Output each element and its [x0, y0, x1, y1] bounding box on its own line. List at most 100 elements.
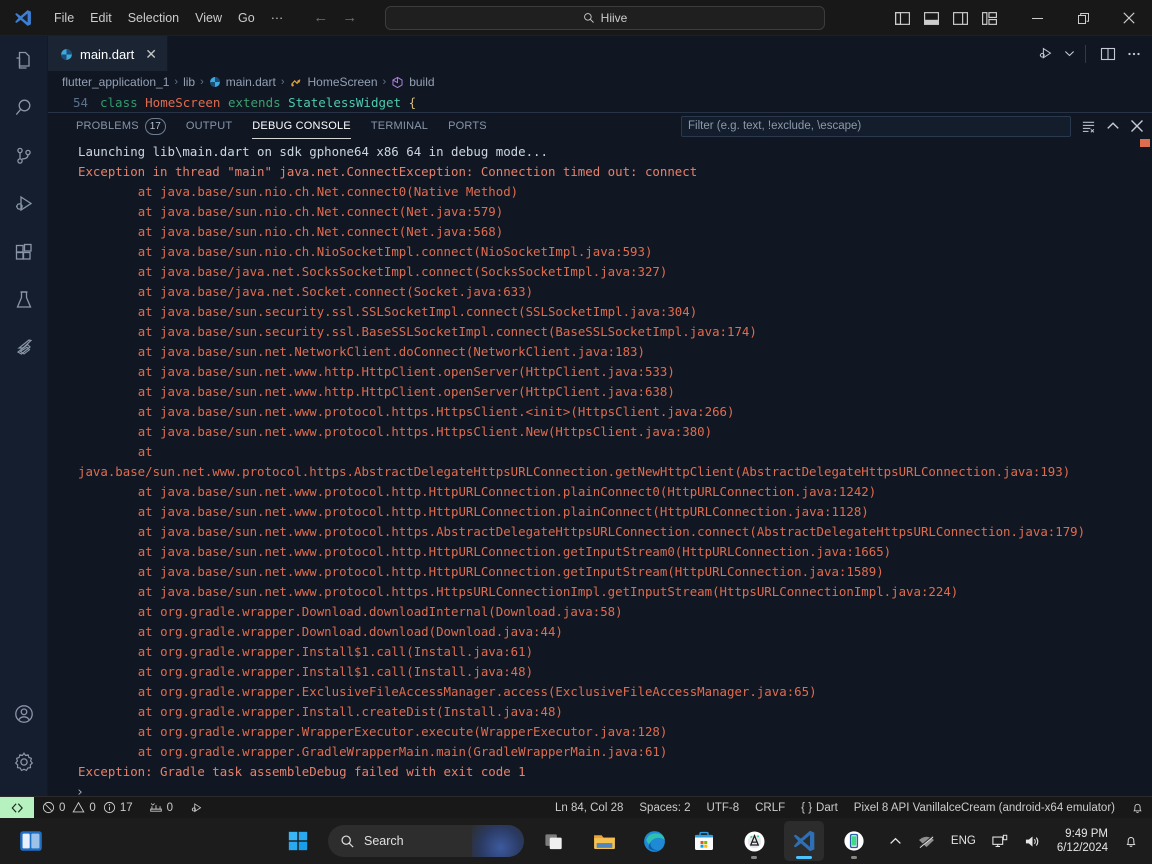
command-center-value: Hiive	[600, 11, 628, 25]
console-line: at org.gradle.wrapper.WrapperExecutor.ex…	[78, 724, 668, 739]
status-eol[interactable]: CRLF	[747, 797, 793, 819]
console-lines: Launching lib\main.dart on sdk gphone64 …	[48, 142, 1152, 782]
console-line: at java.base/java.net.Socket.connect(Soc…	[78, 284, 534, 299]
status-ports[interactable]: 0	[141, 797, 181, 819]
console-line: at java.base/sun.net.www.http.HttpClient…	[78, 384, 675, 399]
sidebar-item-source-control[interactable]	[0, 132, 48, 180]
status-problems[interactable]: 0 0 17	[34, 797, 141, 819]
running-indicator	[751, 856, 757, 859]
sidebar-item-flutter[interactable]	[0, 324, 48, 372]
warning-count: 0	[89, 801, 96, 814]
remote-window-indicator[interactable]	[0, 796, 34, 819]
tab-debug-console-label: DEBUG CONSOLE	[252, 120, 351, 132]
menu-selection[interactable]: Selection	[120, 6, 187, 30]
maximize-restore-button[interactable]	[1060, 0, 1106, 36]
debug-console-prompt[interactable]: ›	[48, 782, 1152, 797]
chevron-down-icon[interactable]	[1064, 48, 1075, 59]
taskbar-app-microsoft-store[interactable]	[684, 821, 724, 861]
taskbar-app-task-view[interactable]	[534, 821, 574, 861]
status-device[interactable]: Pixel 8 API VanillalceCream (android-x64…	[846, 797, 1123, 819]
ports-count: 0	[166, 801, 174, 814]
sidebar-item-search[interactable]	[0, 84, 48, 132]
menu-file[interactable]: File	[46, 6, 82, 30]
menu-view[interactable]: View	[187, 6, 230, 30]
editor-tab-main-dart[interactable]: main.dart ✕	[48, 36, 168, 71]
tab-output[interactable]: OUTPUT	[176, 113, 242, 139]
taskbar-app-android-emulator[interactable]	[834, 821, 874, 861]
clear-console-icon[interactable]	[1081, 119, 1096, 134]
menu-edit[interactable]: Edit	[82, 6, 120, 30]
statusbar: 0 0 17 0 Ln 84, Col 28 Spaces: 2 UTF-8 C…	[0, 796, 1152, 819]
taskbar-app-microsoft-edge[interactable]	[634, 821, 674, 861]
toggle-panel-icon[interactable]	[923, 10, 940, 27]
manage-settings-button[interactable]	[0, 738, 48, 786]
debug-console-output[interactable]: Launching lib\main.dart on sdk gphone64 …	[48, 139, 1152, 797]
problems-count-badge: 17	[144, 117, 166, 135]
code-token-keyword: class	[100, 95, 146, 110]
status-language[interactable]: { } Dart	[793, 797, 846, 819]
filter-input[interactable]: Filter (e.g. text, !exclude, \escape)	[681, 115, 1071, 137]
breadcrumb-item-class[interactable]: HomeScreen	[307, 75, 377, 89]
chevron-up-icon[interactable]	[1106, 119, 1120, 133]
sidebar-item-explorer[interactable]	[0, 36, 48, 84]
sidebar-item-testing[interactable]	[0, 276, 48, 324]
breadcrumb-item-project[interactable]: flutter_application_1	[62, 75, 169, 89]
taskbar-app-android-studio[interactable]	[734, 821, 774, 861]
console-line: at java.base/sun.net.www.protocol.https.…	[78, 424, 713, 439]
run-and-debug-icon[interactable]	[1037, 45, 1054, 62]
chevron-up-icon[interactable]	[883, 831, 908, 852]
network-disconnected-icon[interactable]	[912, 830, 941, 853]
sidebar-item-extensions[interactable]	[0, 228, 48, 276]
console-line: at java.base/sun.net.www.protocol.http.H…	[78, 564, 884, 579]
notification-bell-icon[interactable]	[1118, 830, 1144, 853]
sidebar-item-run-and-debug[interactable]	[0, 180, 48, 228]
status-run-debug[interactable]	[181, 797, 212, 819]
menu-go[interactable]: Go	[230, 6, 263, 30]
customize-layout-icon[interactable]	[981, 10, 998, 27]
status-notifications[interactable]	[1123, 797, 1152, 819]
arrow-right-icon[interactable]: →	[342, 10, 357, 25]
code-token-supertype: StatelessWidget	[288, 95, 409, 110]
console-line: at java.base/sun.security.ssl.SSLSocketI…	[78, 304, 698, 319]
language-indicator[interactable]: ENG	[945, 831, 982, 851]
tab-output-label: OUTPUT	[185, 120, 233, 132]
status-cursor-position[interactable]: Ln 84, Col 28	[547, 797, 631, 819]
panel-actions: Filter (e.g. text, !exclude, \escape)	[681, 113, 1144, 139]
taskbar-clock[interactable]: 9:49 PM 6/12/2024	[1051, 827, 1114, 855]
breadcrumb: flutter_application_1 › lib › main.dart …	[48, 71, 1152, 93]
status-indentation[interactable]: Spaces: 2	[631, 797, 698, 819]
remote-window-icon	[11, 802, 23, 813]
menu-more[interactable]: ···	[263, 6, 292, 30]
taskbar-app-visual-studio-code[interactable]	[784, 821, 824, 861]
breadcrumb-item-folder[interactable]: lib	[183, 75, 195, 89]
status-encoding[interactable]: UTF-8	[699, 797, 748, 819]
taskbar-widgets[interactable]	[18, 828, 44, 854]
taskbar-search[interactable]: Search	[328, 825, 524, 857]
dart-file-icon	[209, 76, 221, 88]
tab-terminal[interactable]: TERMINAL	[361, 113, 438, 139]
arrow-left-icon[interactable]: ←	[313, 10, 328, 25]
tab-problems[interactable]: PROBLEMS 17	[66, 113, 176, 139]
toggle-secondary-sidebar-icon[interactable]	[952, 10, 969, 27]
windows-start-icon	[288, 831, 308, 851]
remote-desktop-icon[interactable]	[986, 830, 1014, 853]
tab-ports[interactable]: PORTS	[438, 113, 497, 139]
close-icon[interactable]: ✕	[145, 47, 157, 61]
volume-icon[interactable]	[1018, 830, 1047, 853]
tab-debug-console[interactable]: DEBUG CONSOLE	[242, 113, 361, 139]
close-button[interactable]	[1106, 0, 1152, 36]
editor-code-line[interactable]: 54 class HomeScreen extends StatelessWid…	[48, 93, 1152, 112]
files-icon	[16, 51, 30, 69]
breadcrumb-item-file[interactable]: main.dart	[226, 75, 276, 89]
breadcrumb-item-method[interactable]: build	[409, 75, 434, 89]
split-editor-icon[interactable]	[1100, 46, 1116, 62]
minimize-button[interactable]	[1014, 0, 1060, 36]
taskbar-app-file-explorer[interactable]	[584, 821, 624, 861]
toggle-primary-sidebar-icon[interactable]	[894, 10, 911, 27]
accounts-button[interactable]	[0, 690, 48, 738]
close-panel-icon[interactable]	[1130, 119, 1144, 133]
command-center-search[interactable]: Hiive	[385, 6, 825, 30]
emulator-icon	[844, 831, 864, 851]
start-button[interactable]	[278, 821, 318, 861]
more-actions-icon[interactable]	[1126, 46, 1142, 62]
